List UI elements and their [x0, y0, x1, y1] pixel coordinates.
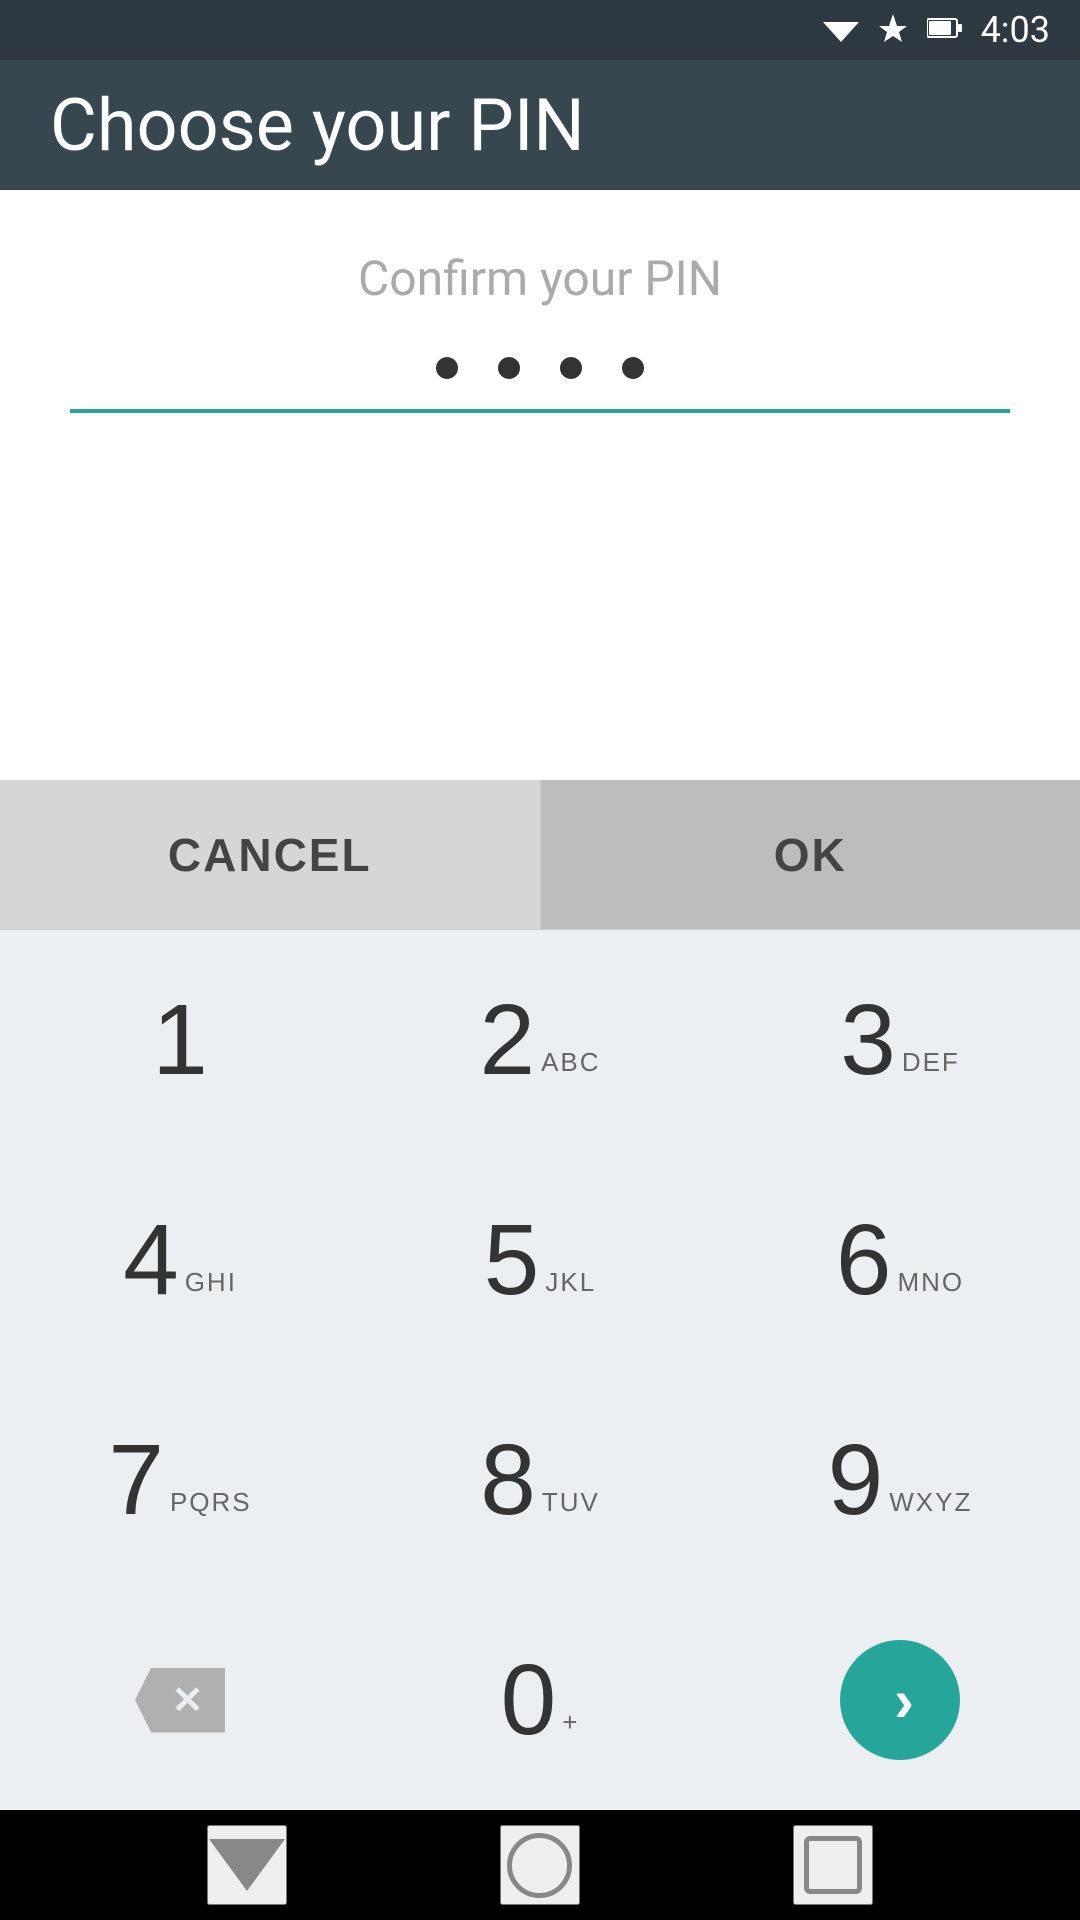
- key-3[interactable]: 3 DEF: [720, 930, 1080, 1150]
- recents-square-icon: [804, 1836, 862, 1894]
- action-buttons: CANCEL OK: [0, 780, 1080, 930]
- pin-dot-1: [436, 357, 458, 379]
- pin-dot-2: [498, 357, 520, 379]
- back-triangle-icon: [209, 1839, 285, 1891]
- status-time: 4:03: [981, 9, 1050, 51]
- key-7[interactable]: 7 PQRS: [0, 1370, 360, 1590]
- status-icons: 4:03: [823, 9, 1050, 51]
- backspace-button[interactable]: ✕: [0, 1590, 360, 1810]
- wifi-icon: [823, 14, 859, 46]
- pin-underline: [70, 409, 1010, 413]
- nav-bar: [0, 1810, 1080, 1920]
- key-8[interactable]: 8 TUV: [360, 1370, 720, 1590]
- nav-back-button[interactable]: [207, 1825, 287, 1905]
- chevron-right-icon: ›: [894, 1666, 914, 1735]
- airplane-icon: [877, 12, 909, 48]
- keypad-section: CANCEL OK 1 2 ABC 3 DEF 4 GHI: [0, 780, 1080, 1810]
- key-9[interactable]: 9 WXYZ: [720, 1370, 1080, 1590]
- key-1[interactable]: 1: [0, 930, 360, 1150]
- content-area: Confirm your PIN: [0, 190, 1080, 780]
- home-circle-icon: [507, 1833, 572, 1898]
- pin-dot-3: [560, 357, 582, 379]
- pin-dot-4: [622, 357, 644, 379]
- key-0[interactable]: 0 +: [360, 1590, 720, 1810]
- numpad: 1 2 ABC 3 DEF 4 GHI 5 JKL: [0, 930, 1080, 1810]
- app-bar: Choose your PIN: [0, 60, 1080, 190]
- backspace-icon: ✕: [135, 1668, 225, 1733]
- battery-icon: [927, 17, 963, 43]
- pin-dots: [436, 357, 644, 379]
- app-title: Choose your PIN: [50, 83, 585, 168]
- ok-button[interactable]: OK: [540, 780, 1080, 929]
- cancel-button[interactable]: CANCEL: [0, 780, 540, 929]
- key-2[interactable]: 2 ABC: [360, 930, 720, 1150]
- next-button[interactable]: ›: [720, 1590, 1080, 1810]
- confirm-label: Confirm your PIN: [358, 250, 722, 307]
- key-4[interactable]: 4 GHI: [0, 1150, 360, 1370]
- key-5[interactable]: 5 JKL: [360, 1150, 720, 1370]
- nav-home-button[interactable]: [500, 1825, 580, 1905]
- status-bar: 4:03: [0, 0, 1080, 60]
- next-circle: ›: [840, 1640, 960, 1760]
- key-6[interactable]: 6 MNO: [720, 1150, 1080, 1370]
- nav-recents-button[interactable]: [793, 1825, 873, 1905]
